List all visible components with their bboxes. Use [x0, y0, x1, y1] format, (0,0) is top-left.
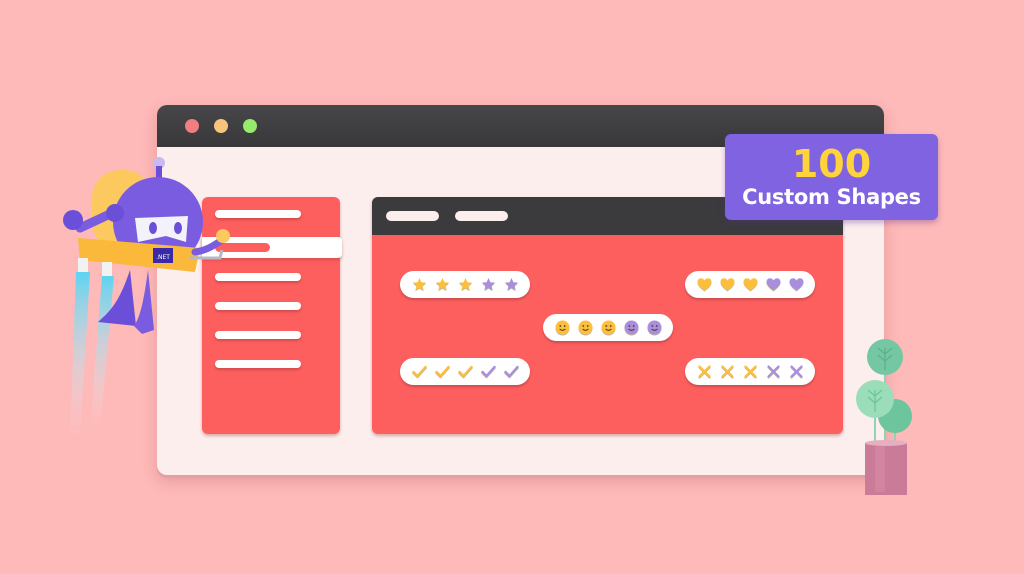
- smiley-rating[interactable]: [543, 314, 673, 341]
- star-rating[interactable]: [400, 271, 530, 298]
- badge-label: Custom Shapes: [742, 185, 921, 209]
- jet-flame-icon: [90, 276, 114, 430]
- heart-empty-icon[interactable]: [788, 276, 805, 293]
- jet-flame-icon: [70, 272, 90, 440]
- smiley-filled-icon[interactable]: [600, 319, 617, 336]
- star-filled-icon[interactable]: [411, 276, 428, 293]
- cross-filled-icon[interactable]: [696, 363, 713, 380]
- header-tab[interactable]: [386, 211, 439, 221]
- cross-filled-icon[interactable]: [719, 363, 736, 380]
- check-rating[interactable]: [400, 358, 530, 385]
- cross-rating[interactable]: [685, 358, 815, 385]
- heart-filled-icon[interactable]: [696, 276, 713, 293]
- heart-filled-icon[interactable]: [742, 276, 759, 293]
- maximize-dot-icon[interactable]: [243, 119, 257, 133]
- heart-rating[interactable]: [685, 271, 815, 298]
- check-filled-icon[interactable]: [411, 363, 428, 380]
- close-dot-icon[interactable]: [185, 119, 199, 133]
- cross-empty-icon[interactable]: [765, 363, 782, 380]
- dotnet-label: .NET: [156, 254, 170, 261]
- smiley-empty-icon[interactable]: [623, 319, 640, 336]
- check-empty-icon[interactable]: [503, 363, 520, 380]
- star-empty-icon[interactable]: [480, 276, 497, 293]
- heart-filled-icon[interactable]: [719, 276, 736, 293]
- check-filled-icon[interactable]: [457, 363, 474, 380]
- minimize-dot-icon[interactable]: [214, 119, 228, 133]
- star-empty-icon[interactable]: [503, 276, 520, 293]
- smiley-empty-icon[interactable]: [646, 319, 663, 336]
- cross-filled-icon[interactable]: [742, 363, 759, 380]
- check-empty-icon[interactable]: [480, 363, 497, 380]
- heart-empty-icon[interactable]: [765, 276, 782, 293]
- smiley-filled-icon[interactable]: [554, 319, 571, 336]
- smiley-filled-icon[interactable]: [577, 319, 594, 336]
- cross-empty-icon[interactable]: [788, 363, 805, 380]
- dotnet-bot-mascot-icon: .NET: [63, 157, 230, 440]
- check-filled-icon[interactable]: [434, 363, 451, 380]
- star-filled-icon[interactable]: [434, 276, 451, 293]
- badge-number: 100: [791, 142, 872, 186]
- star-filled-icon[interactable]: [457, 276, 474, 293]
- custom-shapes-badge: 100 Custom Shapes: [725, 134, 938, 220]
- header-tab[interactable]: [455, 211, 508, 221]
- potted-plant-icon: [856, 339, 912, 495]
